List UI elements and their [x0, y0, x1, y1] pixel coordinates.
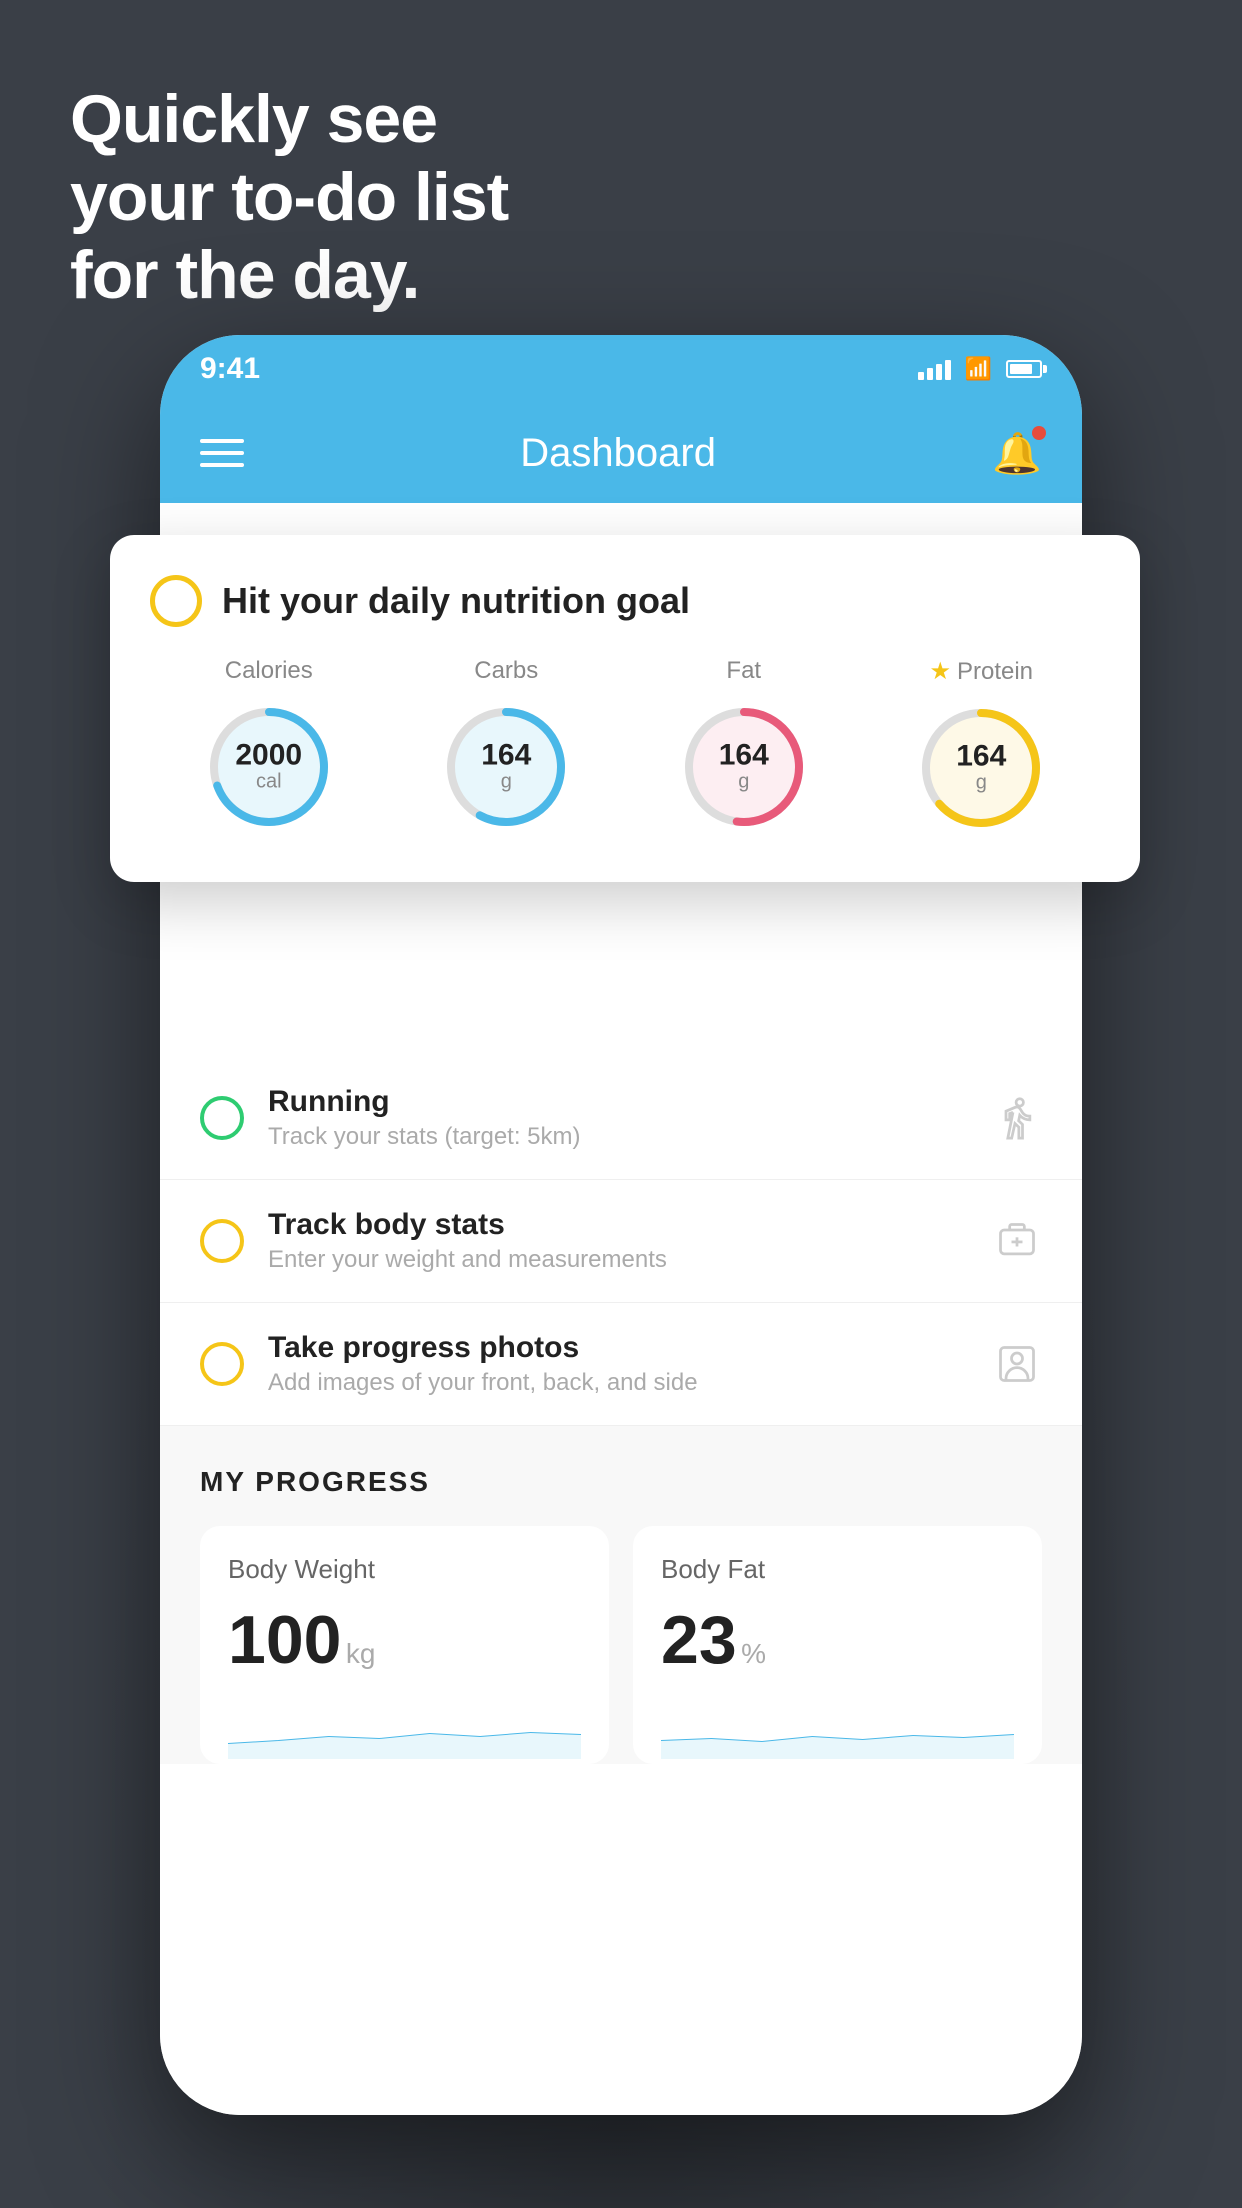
todo-desc: Enter your weight and measurements	[268, 1246, 968, 1274]
fat-chart	[661, 1699, 1014, 1759]
body-weight-value: 100	[228, 1602, 341, 1678]
weight-chart	[228, 1699, 581, 1759]
menu-button[interactable]	[200, 439, 244, 467]
carbs-value: 164	[481, 741, 531, 771]
status-icons: 📶	[918, 356, 1042, 382]
protein-item: ★ Protein 164 g	[911, 657, 1051, 838]
calories-value: 2000	[235, 741, 302, 771]
carbs-circle: 164 g	[436, 697, 576, 837]
body-weight-label: Body Weight	[228, 1554, 581, 1585]
protein-circle: 164 g	[911, 698, 1051, 838]
carbs-label: Carbs	[474, 657, 538, 685]
todo-desc: Add images of your front, back, and side	[268, 1369, 968, 1397]
body-fat-unit: %	[741, 1638, 766, 1669]
progress-section: MY PROGRESS Body Weight 100 kg Body Fat	[160, 1426, 1082, 1764]
wifi-icon: 📶	[965, 356, 992, 382]
carbs-item: Carbs 164 g	[436, 657, 576, 837]
fat-item: Fat 164 g	[674, 657, 814, 837]
body-weight-unit: kg	[346, 1638, 376, 1669]
todo-name: Take progress photos	[268, 1331, 968, 1365]
todo-list: Running Track your stats (target: 5km) T…	[160, 1057, 1082, 1426]
protein-unit: g	[956, 772, 1006, 795]
todo-checkbox-bodystats[interactable]	[200, 1219, 244, 1263]
nutrition-card: Hit your daily nutrition goal Calories 2…	[110, 535, 1140, 882]
scale-icon	[992, 1216, 1042, 1266]
fat-label: Fat	[726, 657, 761, 685]
body-fat-card[interactable]: Body Fat 23 %	[633, 1526, 1042, 1764]
todo-checkbox-photos[interactable]	[200, 1342, 244, 1386]
nutrition-circles: Calories 2000 cal Carbs	[150, 657, 1100, 838]
app-header: Dashboard 🔔	[160, 403, 1082, 503]
battery-icon	[1006, 360, 1042, 378]
notification-dot	[1032, 426, 1046, 440]
nutrition-checkbox[interactable]	[150, 575, 202, 627]
list-item[interactable]: Running Track your stats (target: 5km)	[160, 1057, 1082, 1180]
calories-circle: 2000 cal	[199, 697, 339, 837]
body-weight-card[interactable]: Body Weight 100 kg	[200, 1526, 609, 1764]
header-title: Dashboard	[520, 431, 716, 476]
fat-value: 164	[719, 741, 769, 771]
signal-icon	[918, 358, 951, 380]
calories-unit: cal	[235, 771, 302, 794]
person-icon	[992, 1339, 1042, 1389]
progress-cards: Body Weight 100 kg Body Fat 23 %	[200, 1526, 1042, 1764]
list-item[interactable]: Track body stats Enter your weight and m…	[160, 1180, 1082, 1303]
headline: Quickly see your to-do list for the day.	[70, 80, 508, 315]
running-icon	[992, 1093, 1042, 1143]
todo-checkbox-running[interactable]	[200, 1096, 244, 1140]
list-item[interactable]: Take progress photos Add images of your …	[160, 1303, 1082, 1426]
todo-desc: Track your stats (target: 5km)	[268, 1123, 968, 1151]
star-icon: ★	[929, 657, 951, 686]
protein-value: 164	[956, 742, 1006, 772]
body-fat-value: 23	[661, 1602, 737, 1678]
status-bar: 9:41 📶	[160, 335, 1082, 403]
carbs-unit: g	[481, 771, 531, 794]
fat-circle: 164 g	[674, 697, 814, 837]
notifications-button[interactable]: 🔔	[992, 430, 1042, 477]
todo-name: Running	[268, 1085, 968, 1119]
progress-title: MY PROGRESS	[200, 1466, 1042, 1498]
body-fat-label: Body Fat	[661, 1554, 1014, 1585]
fat-unit: g	[719, 771, 769, 794]
calories-label: Calories	[225, 657, 313, 685]
nutrition-title: Hit your daily nutrition goal	[222, 580, 690, 622]
time: 9:41	[200, 352, 260, 386]
todo-name: Track body stats	[268, 1208, 968, 1242]
protein-label: ★ Protein	[929, 657, 1033, 686]
calories-item: Calories 2000 cal	[199, 657, 339, 837]
